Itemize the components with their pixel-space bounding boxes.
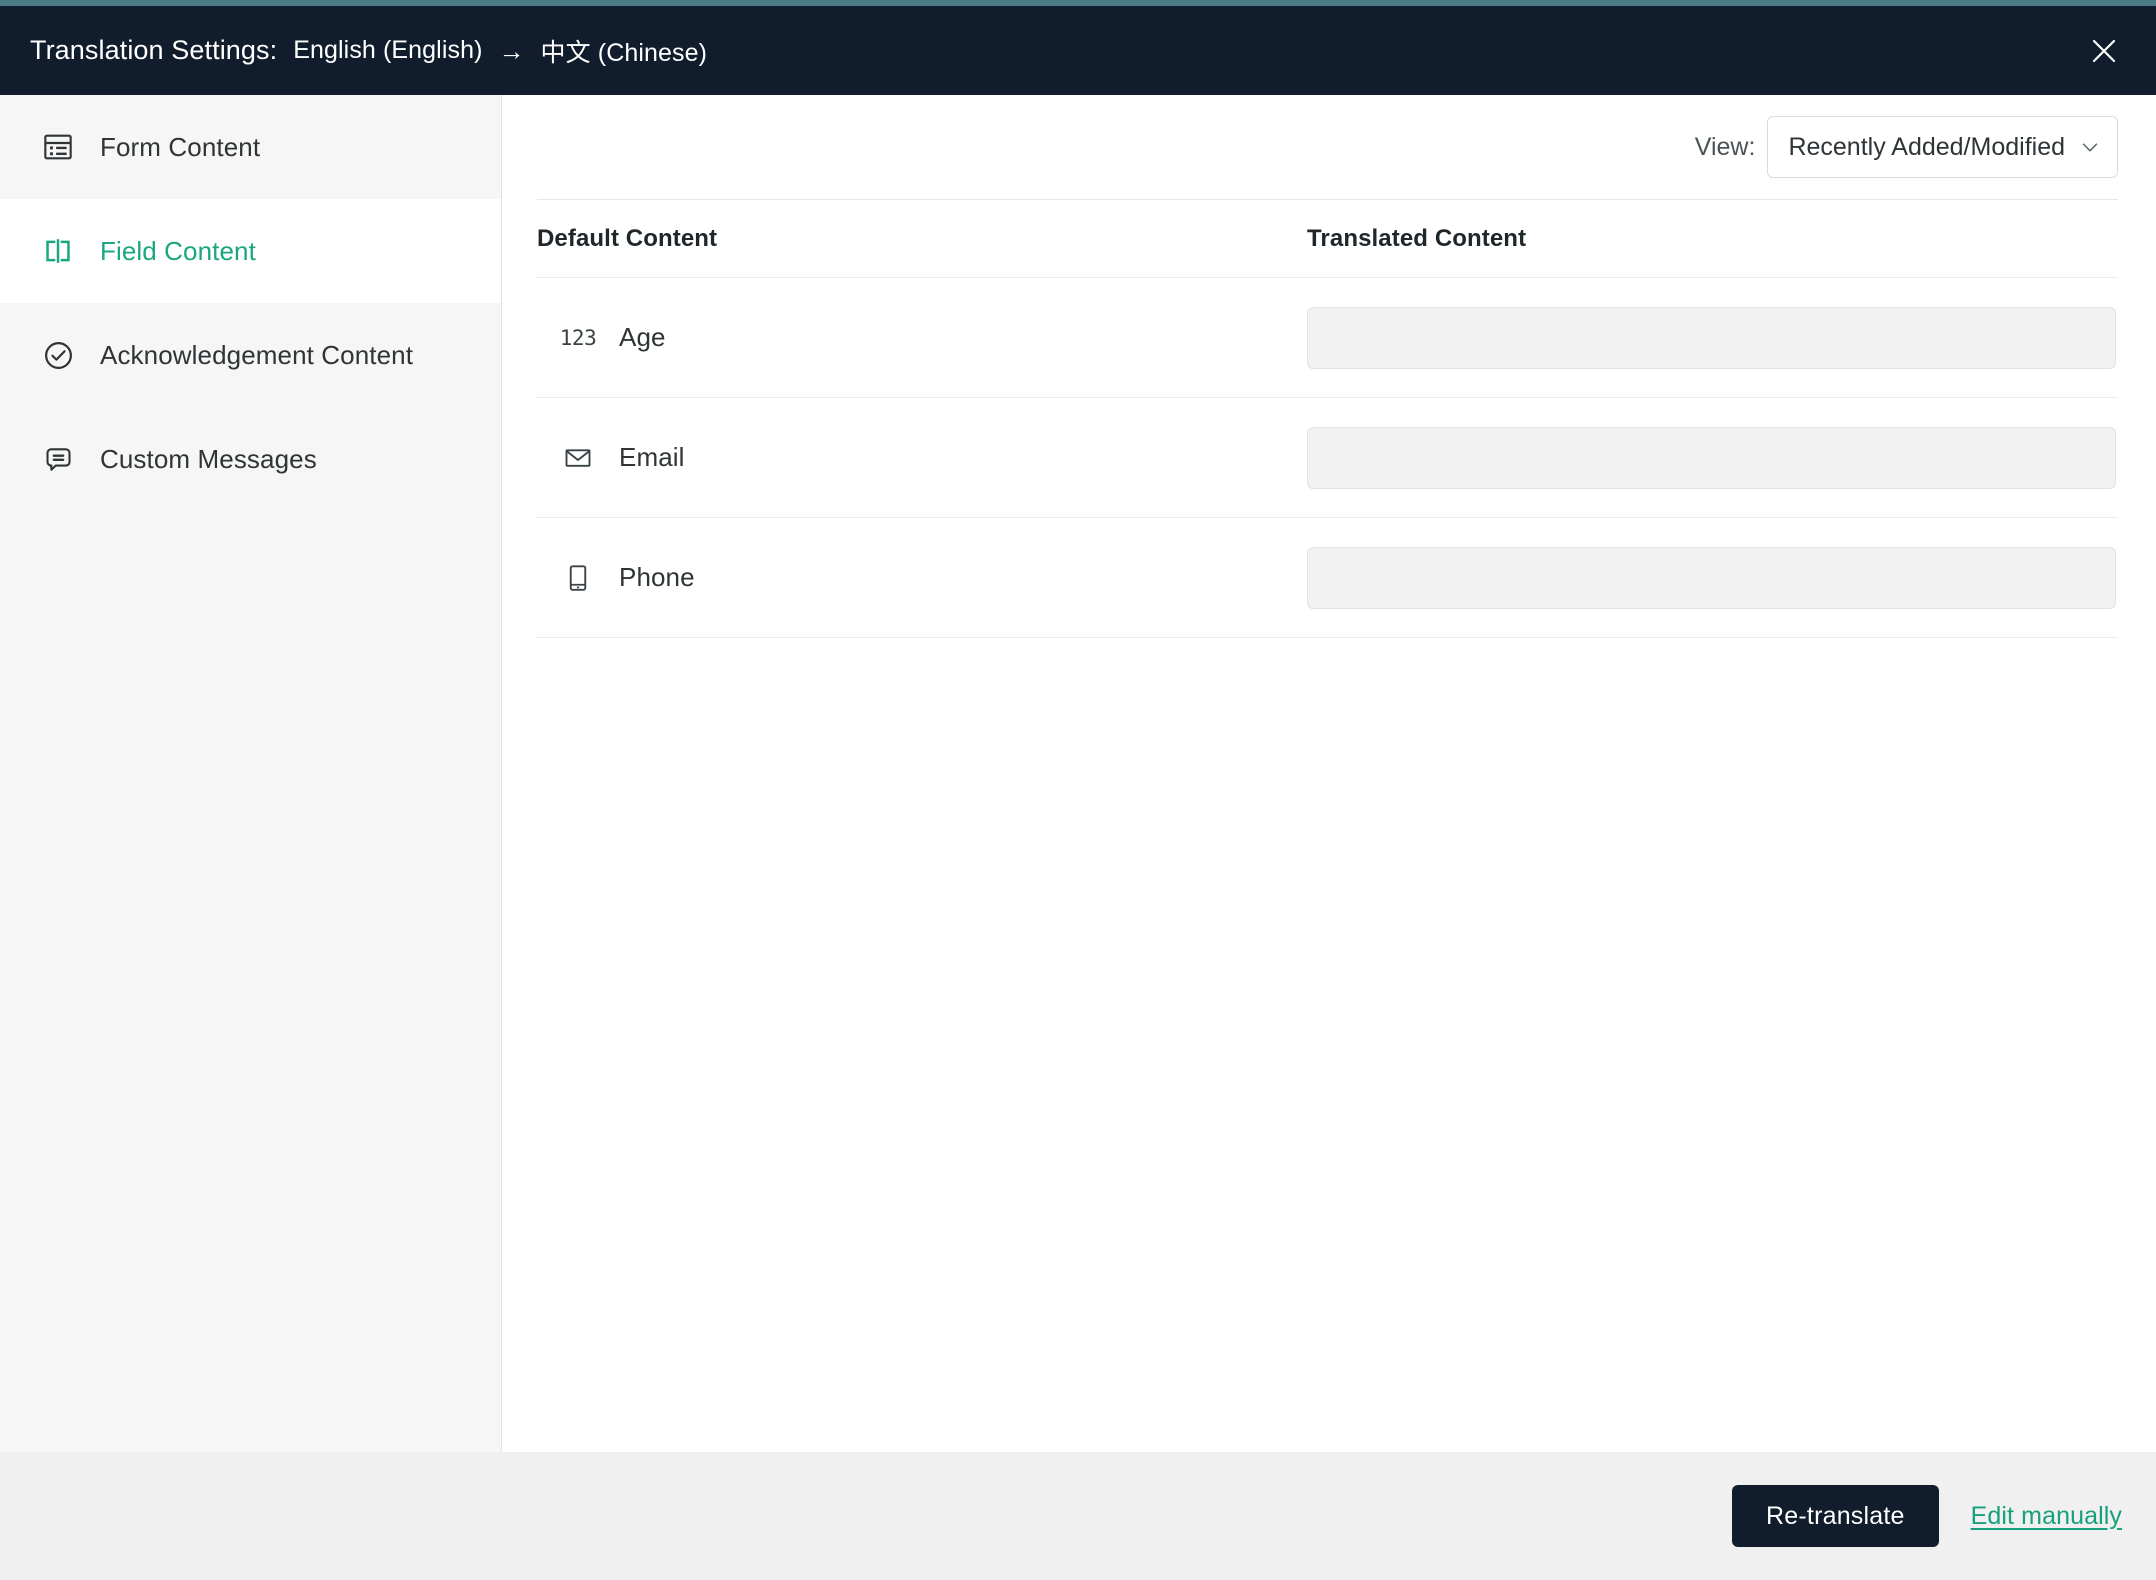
- translated-content-cell: [1307, 306, 2118, 369]
- dialog-footer: Re-translate Edit manually: [0, 1452, 2156, 1580]
- sidebar-item-acknowledgement-content[interactable]: Acknowledgement Content: [0, 303, 501, 407]
- column-header-translated-content: Translated Content: [1307, 224, 1527, 252]
- source-language-label: English (English): [293, 36, 483, 64]
- default-content-cell: Phone: [537, 561, 1307, 595]
- sidebar-item-form-content[interactable]: Form Content: [0, 95, 501, 199]
- main-panel: View: Recently Added/Modified Default Co…: [502, 95, 2156, 1452]
- view-toolbar: View: Recently Added/Modified: [502, 95, 2156, 199]
- check-circle-icon: [38, 335, 78, 375]
- sidebar-filler: [0, 511, 501, 1452]
- sidebar-item-label: Form Content: [100, 131, 261, 162]
- translated-content-cell: [1307, 546, 2118, 609]
- arrow-right-icon: →: [498, 35, 525, 66]
- translated-content-input-age[interactable]: [1307, 306, 2116, 369]
- mobile-phone-icon: [561, 561, 595, 595]
- number-123-icon: 123: [559, 325, 597, 350]
- table-row: 123 Age: [537, 277, 2118, 397]
- sidebar: Form Content Field Content Acknowledgeme…: [0, 95, 502, 1452]
- sidebar-item-label: Field Content: [100, 235, 256, 266]
- table-row: Email: [537, 397, 2118, 517]
- view-dropdown-value: Recently Added/Modified: [1788, 132, 2065, 161]
- close-button[interactable]: [2082, 29, 2126, 73]
- sidebar-item-label: Acknowledgement Content: [100, 339, 414, 370]
- default-content-cell: 123 Age: [537, 321, 1307, 355]
- field-label: Email: [619, 442, 685, 472]
- edit-manually-link[interactable]: Edit manually: [1971, 1502, 2122, 1531]
- page-title: Translation Settings:: [30, 35, 278, 65]
- field-label: Phone: [619, 562, 695, 592]
- table-header-row: Default Content Translated Content: [537, 199, 2118, 277]
- translated-content-cell: [1307, 426, 2118, 489]
- envelope-icon: [561, 441, 595, 475]
- translated-content-input-phone[interactable]: [1307, 546, 2116, 609]
- message-bubble-icon: [38, 439, 78, 479]
- table-row: Phone: [537, 517, 2118, 637]
- view-dropdown[interactable]: Recently Added/Modified: [1767, 116, 2118, 178]
- translation-settings-dialog: Translation Settings: English (English) …: [0, 0, 2156, 1580]
- re-translate-button[interactable]: Re-translate: [1732, 1485, 1939, 1547]
- dialog-header: Translation Settings: English (English) …: [0, 6, 2156, 95]
- view-label: View:: [1694, 132, 1756, 161]
- translation-table: Default Content Translated Content 123 A…: [502, 199, 2156, 1452]
- translated-content-input-email[interactable]: [1307, 426, 2116, 489]
- default-content-cell: Email: [537, 441, 1307, 475]
- column-header-default-content: Default Content: [537, 224, 718, 252]
- sidebar-item-custom-messages[interactable]: Custom Messages: [0, 407, 501, 511]
- chevron-down-icon: [2079, 136, 2101, 158]
- target-language-label: 中文 (Chinese): [540, 38, 708, 67]
- dialog-body: Form Content Field Content Acknowledgeme…: [0, 95, 2156, 1452]
- sidebar-item-label: Custom Messages: [100, 443, 317, 474]
- close-icon: [2092, 39, 2116, 62]
- field-content-icon: [38, 231, 78, 271]
- field-label: Age: [619, 322, 666, 352]
- form-content-icon: [38, 127, 78, 167]
- table-bottom-divider: [537, 637, 2118, 638]
- sidebar-item-field-content[interactable]: Field Content: [0, 199, 501, 303]
